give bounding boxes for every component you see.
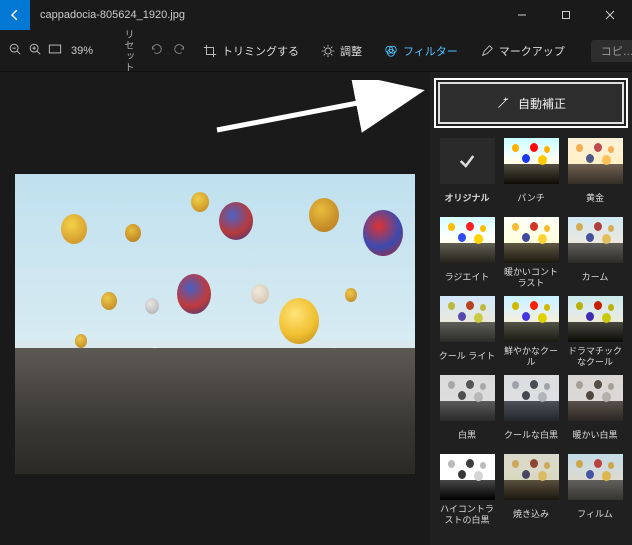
- filter-item-punch[interactable]: パンチ: [502, 138, 560, 209]
- markup-label: マークアップ: [499, 43, 565, 59]
- filter-item-vivcool[interactable]: 鮮やかなクール: [502, 296, 560, 367]
- filter-thumb: [440, 454, 495, 500]
- zoom-percent: 39%: [68, 45, 96, 57]
- filter-grid: オリジナル パンチ 黄金ラジエイト暖かいコントラスト カームクール ライト鮮やかなクー…: [438, 138, 624, 525]
- filter-item-original[interactable]: オリジナル: [438, 138, 496, 209]
- filter-label: クールな白黒: [504, 425, 558, 446]
- filter-label: 暖かい白黒: [572, 425, 617, 446]
- filter-thumb: [440, 138, 495, 184]
- filter-label: 白黒: [458, 425, 476, 446]
- zoom-in-icon[interactable]: [28, 42, 42, 59]
- filter-item-hcbw[interactable]: ハイコントラストの白黒: [438, 454, 496, 525]
- filter-item-film[interactable]: フィルム: [566, 454, 624, 525]
- close-button[interactable]: [588, 0, 632, 30]
- filter-button[interactable]: フィルター: [378, 39, 464, 63]
- filter-item-radiate[interactable]: ラジエイト: [438, 217, 496, 288]
- filter-label: クール ライト: [439, 346, 496, 367]
- filter-thumb: [568, 217, 623, 263]
- filter-label: 鮮やかなクール: [502, 346, 560, 367]
- window-title: cappadocia-805624_1920.jpg: [30, 9, 500, 21]
- filter-thumb: [568, 296, 623, 342]
- markup-icon: [480, 44, 494, 58]
- back-button[interactable]: [0, 0, 30, 30]
- filter-item-coolbw[interactable]: クールな白黒: [502, 375, 560, 446]
- titlebar: cappadocia-805624_1920.jpg: [0, 0, 632, 30]
- filter-thumb: [568, 375, 623, 421]
- filter-icon: [384, 44, 398, 58]
- undo-icon[interactable]: [149, 42, 163, 59]
- filter-label: 黄金: [586, 188, 604, 209]
- filter-label: 焼き込み: [513, 504, 549, 525]
- filter-thumb: [440, 217, 495, 263]
- filter-label: フィルター: [403, 43, 458, 59]
- maximize-button[interactable]: [544, 0, 588, 30]
- filter-thumb: [504, 454, 559, 500]
- filter-thumb: [440, 375, 495, 421]
- check-icon: [457, 151, 477, 171]
- wand-icon: [496, 96, 510, 110]
- adjust-icon: [321, 44, 335, 58]
- filter-thumb: [504, 296, 559, 342]
- filter-item-calm[interactable]: カーム: [566, 217, 624, 288]
- minimize-button[interactable]: [500, 0, 544, 30]
- filter-item-dramcool[interactable]: ドラマチックなクール: [566, 296, 624, 367]
- filter-thumb: [504, 138, 559, 184]
- filter-label: ラジエイト: [445, 267, 490, 288]
- filter-item-warmcon[interactable]: 暖かいコントラスト: [502, 217, 560, 288]
- copy-label: コピ…: [601, 43, 632, 59]
- filter-item-cooll[interactable]: クール ライト: [438, 296, 496, 367]
- canvas-area: [0, 72, 430, 545]
- filter-item-golden[interactable]: 黄金: [566, 138, 624, 209]
- adjust-button[interactable]: 調整: [315, 39, 368, 63]
- auto-enhance-button[interactable]: 自動補正: [438, 82, 624, 124]
- filter-label: フィルム: [577, 504, 613, 525]
- filter-thumb: [568, 454, 623, 500]
- copy-button[interactable]: コピ…: [591, 40, 632, 62]
- filter-item-burn[interactable]: 焼き込み: [502, 454, 560, 525]
- filter-label: ハイコントラストの白黒: [438, 504, 496, 525]
- workspace: 自動補正 オリジナル パンチ 黄金ラジエイト暖かいコントラスト カームクール ライト鮮…: [0, 72, 632, 545]
- filter-thumb: [440, 296, 495, 342]
- filter-panel: 自動補正 オリジナル パンチ 黄金ラジエイト暖かいコントラスト カームクール ライト鮮…: [430, 72, 632, 545]
- crop-icon: [203, 44, 217, 58]
- filter-thumb: [504, 375, 559, 421]
- filter-label: パンチ: [517, 188, 544, 209]
- zoom-controls: 39%: [8, 42, 96, 59]
- markup-button[interactable]: マークアップ: [474, 39, 571, 63]
- filter-label: ドラマチックなクール: [566, 346, 624, 367]
- filter-thumb: [504, 217, 559, 263]
- toolbar: 39% リセット トリミングする 調整 フィルター マークアップ コピ… キャン…: [0, 30, 632, 72]
- filter-item-warmbw[interactable]: 暖かい白黒: [566, 375, 624, 446]
- fit-icon[interactable]: [48, 43, 62, 58]
- image-canvas[interactable]: [15, 174, 415, 474]
- redo-icon[interactable]: [173, 42, 187, 59]
- auto-enhance-label: 自動補正: [518, 95, 566, 112]
- crop-label: トリミングする: [222, 43, 299, 59]
- adjust-label: 調整: [340, 43, 362, 59]
- reset-button[interactable]: リセット: [116, 29, 139, 73]
- filter-label: 暖かいコントラスト: [502, 267, 560, 288]
- crop-button[interactable]: トリミングする: [197, 39, 305, 63]
- filter-item-bw[interactable]: 白黒: [438, 375, 496, 446]
- filter-thumb: [568, 138, 623, 184]
- filter-label: オリジナル: [444, 188, 489, 209]
- zoom-out-icon[interactable]: [8, 42, 22, 59]
- filter-label: カーム: [582, 267, 609, 288]
